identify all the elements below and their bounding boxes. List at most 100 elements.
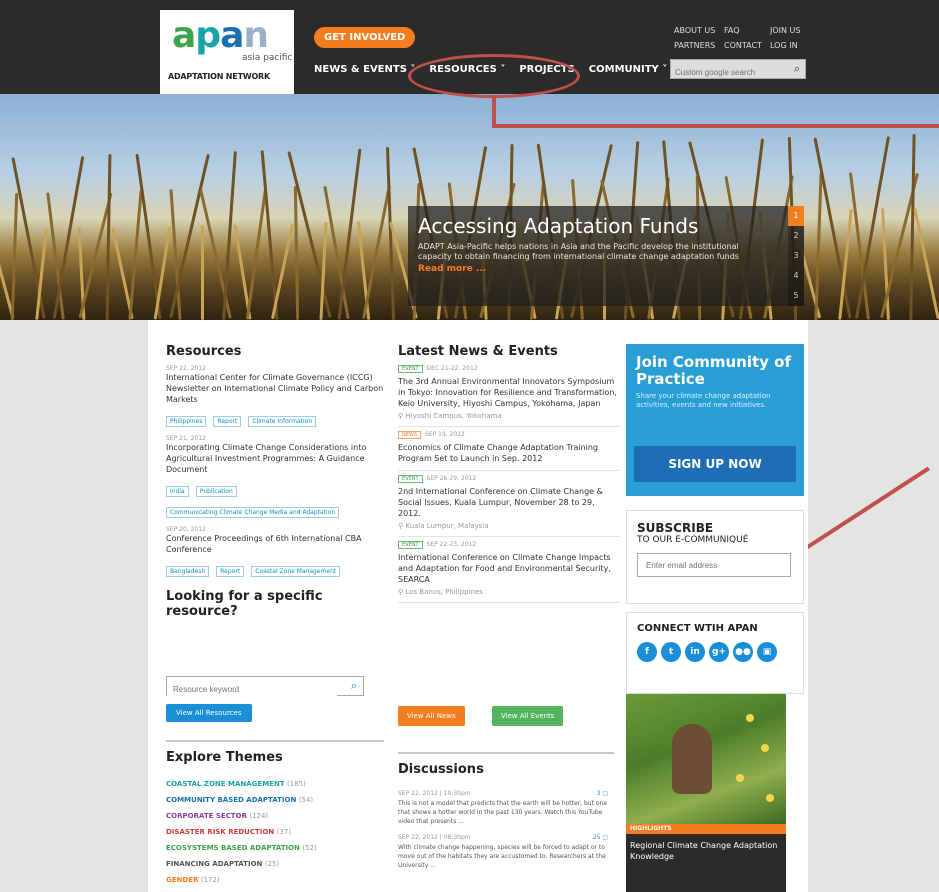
news-title[interactable]: 2nd International Conference on Climate … (398, 486, 620, 519)
resource-title[interactable]: Incorporating Climate Change Considerati… (166, 442, 386, 475)
site-search-input[interactable] (671, 63, 781, 82)
corn-stalk (128, 190, 143, 320)
theme-link[interactable]: FINANCING ADAPTATION (25) (166, 856, 386, 872)
discussion-text: This is not a model that predicts that t… (398, 800, 608, 825)
link-join-us[interactable]: JOIN US (770, 26, 814, 35)
logo-network: ADAPTATION NETWORK (168, 72, 271, 81)
youtube-icon[interactable]: ▣ (757, 642, 777, 662)
news-title[interactable]: Economics of Climate Change Adaptation T… (398, 442, 620, 464)
hero-read-more-link[interactable]: Read more ... (418, 264, 778, 274)
slide-4-button[interactable]: 4 (788, 266, 804, 286)
link-partners[interactable]: PARTNERS (674, 41, 724, 50)
resource-tags: Bangladesh Report Coastal Zone Managemen… (166, 558, 386, 579)
resource-item: Sep 22, 2012 International Center for Cl… (166, 365, 386, 429)
discussion-item[interactable]: SEP 22, 2012 | 10:30pm 3 ▢ This is not a … (398, 790, 608, 826)
link-log-in[interactable]: LOG IN (770, 41, 814, 50)
news-item: EVENT SEP 22-23, 2012 International Confer… (398, 541, 620, 603)
search-icon[interactable]: ⌕ (794, 62, 800, 76)
resource-search-heading: Looking for a specific resource? (166, 589, 323, 619)
theme-link[interactable]: DISASTER RISK REDUCTION (37) (166, 824, 386, 840)
tag[interactable]: Report (216, 566, 245, 577)
slide-1-button[interactable]: 1 (788, 206, 804, 226)
get-involved-button[interactable]: GET INVOLVED (314, 27, 416, 48)
slide-5-button[interactable]: 5 (788, 286, 804, 306)
theme-link[interactable]: CORPORATE SECTOR (124) (166, 808, 386, 824)
news-location: ⚲ Los Banos, Philippines (398, 588, 620, 596)
slide-3-button[interactable]: 3 (788, 246, 804, 266)
theme-link[interactable]: COASTAL ZONE MANAGEMENT (185) (166, 776, 386, 792)
link-contact[interactable]: CONTACT (724, 41, 770, 50)
theme-link[interactable]: ECOSYSTEMS BASED ADAPTATION (52) (166, 840, 386, 856)
annotation-line (492, 124, 939, 128)
discussions-list: SEP 22, 2012 | 10:30pm 3 ▢ This is not a … (398, 782, 608, 870)
news-type-badge: EVENT (398, 475, 423, 483)
tag[interactable]: Communicating Climate Change Media and A… (166, 507, 340, 518)
flickr-icon[interactable]: ●● (733, 642, 753, 662)
linkedin-icon[interactable]: in (685, 642, 705, 662)
discussions-heading: Discussions (398, 762, 484, 777)
news-column: Latest News & Events EVENT DEC 21-22, 201… (398, 344, 620, 869)
comment-count[interactable]: 25 ▢ (593, 834, 608, 841)
tag[interactable]: Philippines (166, 416, 207, 427)
themes-list: COASTAL ZONE MANAGEMENT (185) COMMUNITY B… (166, 776, 386, 888)
theme-link[interactable]: GENDER (172) (166, 872, 386, 888)
tag[interactable]: Publication (195, 486, 237, 497)
view-all-resources-button[interactable]: View All Resources (166, 704, 252, 722)
search-icon[interactable]: ⌕ (351, 679, 357, 693)
resource-title[interactable]: International Center for Climate Governa… (166, 372, 386, 405)
connect-box: CONNECT WTIH APAN f t in g+ ●● ▣ (626, 612, 804, 694)
link-faq[interactable]: FAQ (724, 26, 770, 35)
slide-2-button[interactable]: 2 (788, 226, 804, 246)
tag[interactable]: India (166, 486, 189, 497)
link-about-us[interactable]: ABOUT US (674, 26, 724, 35)
news-location: ⚲ Hiyoshi Campus, Yokohama (398, 412, 620, 420)
site-logo[interactable]: apan asia pacific ADAPTATION NETWORK (160, 10, 294, 94)
resource-search: ⌕ (166, 676, 364, 699)
view-all-events-button[interactable]: View All Events (492, 706, 564, 726)
corn-stalk (909, 133, 916, 320)
theme-link[interactable]: COMMUNITY BASED ADAPTATION (54) (166, 792, 386, 808)
subscribe-box: SUBSCRIBE TO OUR E-COMMUNIQUÉ (626, 510, 804, 604)
divider (398, 536, 620, 537)
corn-stalk (912, 207, 939, 320)
discussion-text: With climate change happening, species w… (398, 844, 606, 869)
facebook-icon[interactable]: f (637, 642, 657, 662)
main-content: Resources Sep 22, 2012 International Cen… (148, 320, 808, 892)
flower (766, 794, 774, 802)
tag[interactable]: Report (213, 416, 242, 427)
annotation-ellipse (408, 54, 580, 98)
news-item: EVENT DEC 21-22, 2012 The 3rd Annual Envir… (398, 365, 620, 427)
news-type-badge: EVENT (398, 365, 423, 373)
theme-label: CORPORATE SECTOR (166, 812, 247, 820)
news-type-badge: EVENT (398, 541, 423, 549)
news-title[interactable]: The 3rd Annual Environmental Innovators … (398, 376, 620, 409)
comment-count[interactable]: 3 ▢ (597, 790, 608, 797)
sign-up-button[interactable]: SIGN UP NOW (634, 446, 796, 482)
resource-title[interactable]: Conference Proceedings of 6th Internatio… (166, 533, 386, 555)
resource-tags: India Publication Communicating Climate … (166, 478, 386, 520)
tag[interactable]: Coastal Zone Management (251, 566, 341, 577)
theme-count: (172) (200, 876, 220, 884)
theme-label: DISASTER RISK REDUCTION (166, 828, 275, 836)
annotation-line (801, 466, 930, 552)
hero-text: ADAPT Asia-Pacific helps nations in Asia… (418, 242, 739, 261)
divider (398, 470, 620, 471)
google-plus-icon[interactable]: g+ (709, 642, 729, 662)
highlights-box[interactable]: HIGHLIGHTS Regional Climate Change Adapt… (626, 694, 804, 892)
email-field[interactable] (637, 553, 791, 577)
person-figure (672, 724, 712, 794)
discussion-item[interactable]: SEP 22, 2012 | 08:30pm 25 ▢ With climate … (398, 834, 608, 870)
nav-community[interactable]: COMMUNITY ˅ (589, 64, 668, 75)
join-title: Join Community of Practice (636, 353, 792, 388)
divider (398, 426, 620, 427)
resource-search-input[interactable] (167, 680, 337, 699)
twitter-icon[interactable]: t (661, 642, 681, 662)
nav-news-events[interactable]: NEWS & EVENTS ˅ (314, 64, 415, 75)
corn-stalk (11, 192, 19, 320)
view-all-news-button[interactable]: View All News (398, 706, 465, 726)
news-location-text: Hiyoshi Campus, Yokohama (405, 412, 502, 420)
news-title[interactable]: International Conference on Climate Chan… (398, 552, 620, 585)
tag[interactable]: Bangladesh (166, 566, 210, 577)
theme-count: (52) (302, 844, 317, 852)
tag[interactable]: Climate Information (248, 416, 317, 427)
